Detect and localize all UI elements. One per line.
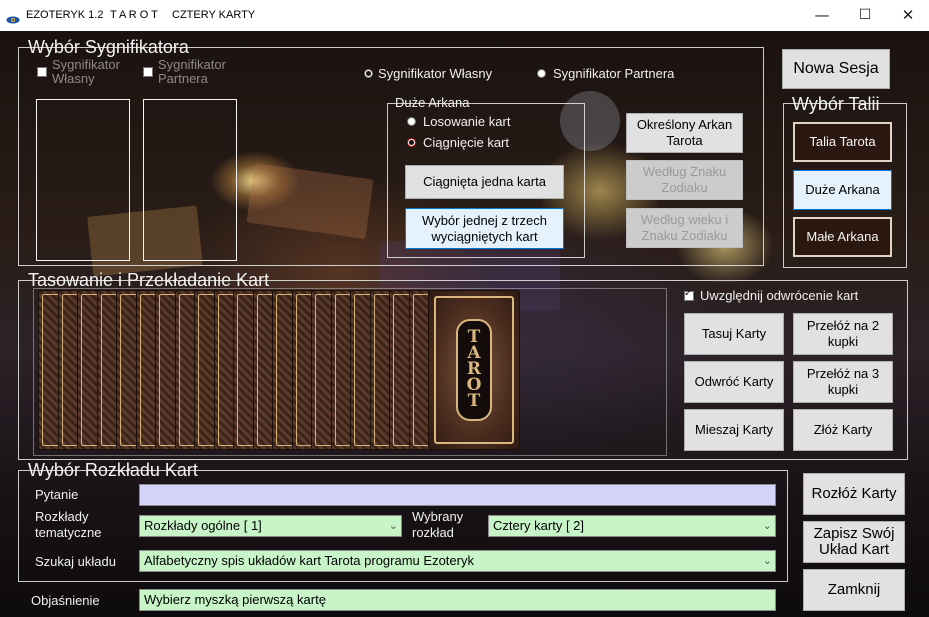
thematic-spreads-value: Rozkłady ogólne [ 1] — [144, 518, 262, 533]
question-label: Pytanie — [35, 487, 79, 502]
tarot-deck-button[interactable]: Talia Tarota — [793, 122, 892, 162]
chevron-down-icon: ⌄ — [388, 519, 398, 532]
close-button[interactable]: Zamknij — [803, 569, 905, 611]
search-layout-label: Szukaj układu — [35, 554, 116, 569]
top-card[interactable]: TAROT — [428, 290, 520, 450]
deck-choice-legend: Wybór Talii — [792, 94, 880, 114]
card-deck[interactable]: TAROT — [38, 290, 521, 452]
cut-three-piles-button[interactable]: Przełóż na 3 kupki — [793, 361, 893, 403]
own-significator-checkbox-label: Sygnifikator Własny — [52, 57, 120, 86]
fold-cards-button[interactable]: Złóż Karty — [793, 409, 893, 451]
radio-partner-significator[interactable] — [537, 69, 546, 78]
partner-significator-checkbox[interactable] — [143, 67, 153, 77]
window-title-mode: CZTERY KARTY — [172, 9, 256, 21]
significator-legend: Wybór Sygnifikatora — [28, 37, 189, 57]
shuffle-cards-button[interactable]: Tasuj Karty — [684, 313, 784, 355]
chevron-down-icon: ⌄ — [762, 519, 772, 532]
one-card-button[interactable]: Ciągnięta jedna karta — [405, 165, 564, 199]
major-arcana-deck-button[interactable]: Duże Arkana — [793, 170, 892, 210]
by-zodiac-button[interactable]: Według Znaku Zodiaku — [626, 160, 743, 200]
thematic-label-line2: tematyczne — [35, 525, 102, 540]
chosen-label-line1: Wybrany — [412, 509, 464, 524]
partner-significator-card-slot[interactable] — [143, 99, 237, 261]
deck-back-word: TAROT — [466, 327, 482, 411]
chosen-spread-select[interactable]: Cztery karty [ 2] ⌄ — [488, 515, 776, 537]
minimize-button[interactable]: — — [799, 0, 845, 31]
mix-cards-button[interactable]: Mieszaj Karty — [684, 409, 784, 451]
by-age-zodiac-button[interactable]: Według wieku i Znaku Zodiaku — [626, 208, 743, 248]
cut-two-piles-button[interactable]: Przełóż na 2 kupki — [793, 313, 893, 355]
shuffle-legend: Tasowanie i Przekładanie Kart — [28, 270, 270, 290]
question-input[interactable] — [139, 484, 776, 506]
save-layout-button[interactable]: Zapisz Swój Układ Kart — [803, 521, 905, 563]
radio-partner-significator-label: Sygnifikator Partnera — [553, 66, 675, 81]
radio-random-draw-label: Losowanie kart — [423, 114, 511, 129]
radio-pull-cards-label: Ciągnięcie kart — [423, 135, 509, 150]
choose-one-of-three-button[interactable]: Wybór jednej z trzech wyciągniętych kart — [405, 208, 564, 249]
major-arcana-legend: Duże Arkana — [395, 95, 470, 110]
search-layout-value: Alfabetyczny spis układów kart Tarota pr… — [144, 553, 474, 568]
window-title-tarot: T A R O T — [110, 9, 158, 21]
explanation-field: Wybierz myszką pierwszą kartę — [139, 589, 776, 611]
title-bar: EZOTERYK 1.2 T A R O T CZTERY KARTY — ☐ … — [0, 0, 929, 32]
flip-cards-button[interactable]: Odwróć Karty — [684, 361, 784, 403]
radio-own-significator-label: Sygnifikator Własny — [378, 66, 493, 81]
eye-icon — [6, 11, 20, 24]
own-significator-card-slot[interactable] — [36, 99, 130, 261]
chevron-down-icon: ⌄ — [762, 554, 772, 567]
chosen-label-line2: rozkład — [412, 525, 454, 540]
own-significator-checkbox[interactable] — [37, 67, 47, 77]
app-title: EZOTERYK 1.2 — [26, 9, 104, 21]
maximize-button[interactable]: ☐ — [842, 0, 888, 31]
partner-significator-checkbox-label: Sygnifikator Partnera — [158, 57, 226, 86]
close-window-button[interactable]: ✕ — [885, 0, 929, 31]
thematic-label-line1: Rozkłady — [35, 509, 89, 524]
new-session-button[interactable]: Nowa Sesja — [782, 49, 890, 89]
spread-legend: Wybór Rozkładu Kart — [28, 460, 198, 480]
reversal-checkbox[interactable] — [684, 288, 694, 301]
minor-arcana-deck-button[interactable]: Małe Arkana — [793, 217, 892, 257]
reversal-checkbox-label: Uwzględnij odwrócenie kart — [700, 288, 859, 303]
chosen-spread-value: Cztery karty [ 2] — [493, 518, 585, 533]
radio-own-significator[interactable] — [364, 69, 373, 78]
thematic-spreads-select[interactable]: Rozkłady ogólne [ 1] ⌄ — [139, 515, 402, 537]
search-layout-select[interactable]: Alfabetyczny spis układów kart Tarota pr… — [139, 550, 776, 572]
lay-out-cards-button[interactable]: Rozłóż Karty — [803, 473, 905, 515]
explanation-label: Objaśnienie — [31, 593, 100, 608]
radio-random-draw[interactable] — [407, 117, 416, 126]
specific-arcana-button[interactable]: Określony Arkan Tarota — [626, 113, 743, 153]
radio-pull-cards[interactable] — [407, 138, 416, 147]
